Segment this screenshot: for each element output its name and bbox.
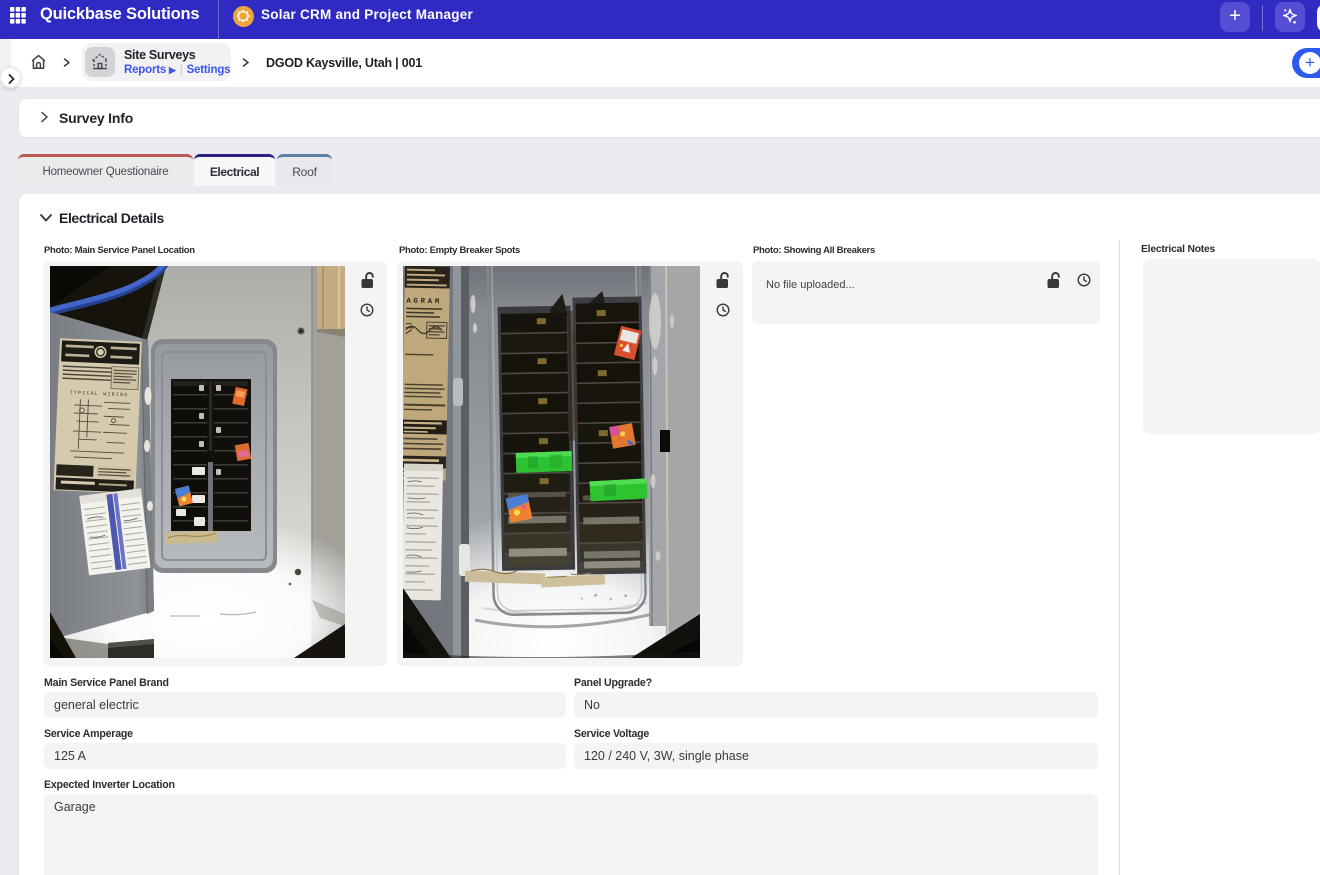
svg-text:AGRAM: AGRAM — [406, 298, 442, 307]
